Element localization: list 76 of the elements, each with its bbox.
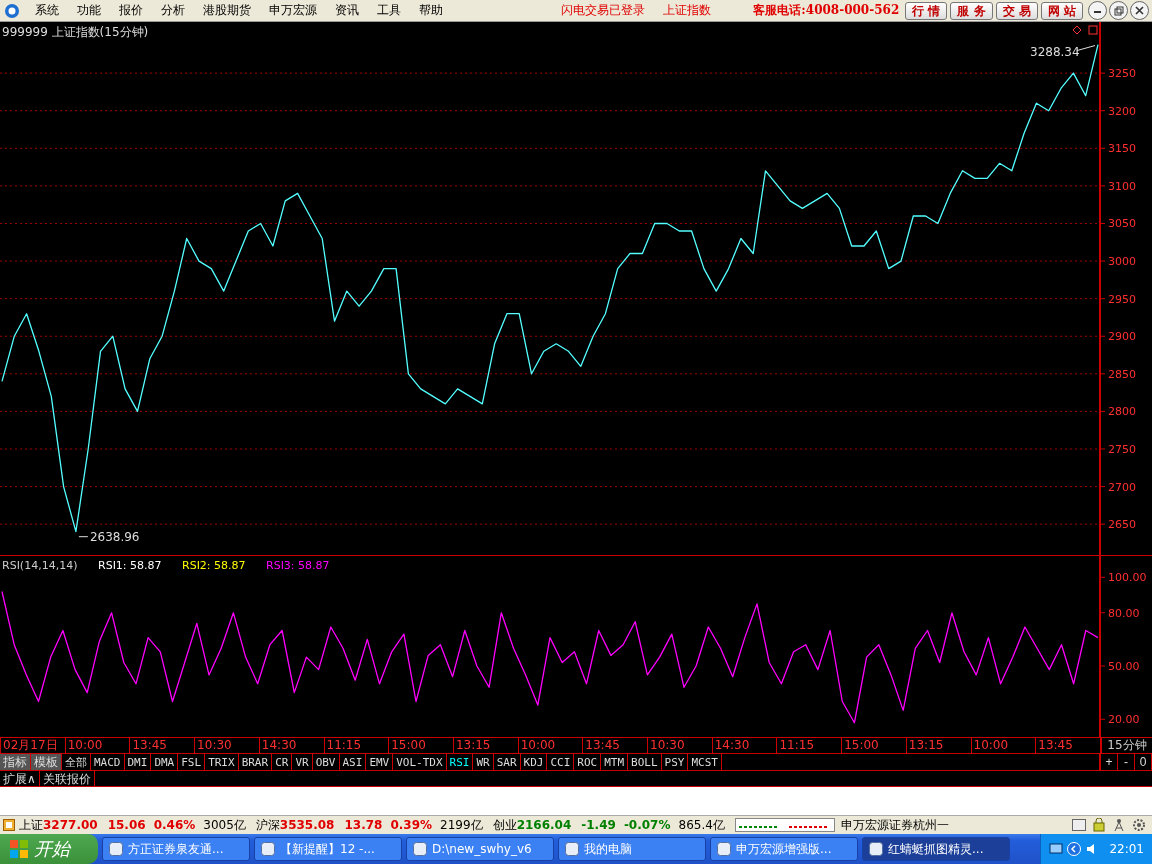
axis-label: 2650 xyxy=(1108,518,1136,532)
indicator-tab[interactable]: BOLL xyxy=(628,754,662,770)
indicator-tab[interactable]: WR xyxy=(473,754,494,770)
indicator-value: RSI2: 58.87 xyxy=(182,559,246,572)
indicator-tab[interactable]: MTM xyxy=(601,754,629,770)
indicator-tab[interactable]: ASI xyxy=(339,754,367,770)
high-price-label: 3288.34 xyxy=(1030,44,1080,59)
taskbar-button[interactable]: 红蜻蜓抓图精灵... xyxy=(862,837,1010,861)
index-amount: 2199亿 xyxy=(440,816,483,834)
menu-item[interactable]: 工具 xyxy=(368,2,410,19)
axis-label: 50.00 xyxy=(1108,660,1140,673)
indicator-value: RSI1: 58.87 xyxy=(98,559,162,572)
index-change: -1.49 xyxy=(581,818,616,832)
axis-label: 2900 xyxy=(1108,330,1136,344)
menu-item[interactable]: 帮助 xyxy=(410,2,452,19)
axis-label: 3150 xyxy=(1108,142,1136,156)
nav-button[interactable]: 服 务 xyxy=(950,1,993,20)
menu-item[interactable]: 系统 xyxy=(26,2,68,19)
indicator-tab[interactable]: TRIX xyxy=(205,754,239,770)
indicator-tab[interactable]: 全部 xyxy=(62,754,91,770)
broker-name: 申万宏源证券杭州一 xyxy=(840,816,949,834)
axis-label: 3050 xyxy=(1108,217,1136,231)
status-notice: 闪电交易已登录 xyxy=(560,2,646,19)
indicator-tab[interactable]: 指标 xyxy=(0,754,31,770)
chart-title: 999999 上证指数(15分钟) xyxy=(2,25,149,39)
nav-button[interactable]: 交 易 xyxy=(995,1,1038,20)
nav-button[interactable]: 行 情 xyxy=(905,1,948,20)
index-percent: 0.39% xyxy=(390,818,433,832)
menu-item[interactable]: 资讯 xyxy=(326,2,368,19)
taskbar-button[interactable]: 【新提醒】12 -... xyxy=(254,837,402,861)
menu-item[interactable]: 功能 xyxy=(68,2,110,19)
index-amount: 865.4亿 xyxy=(678,816,725,834)
indicator-tab[interactable]: VR xyxy=(292,754,313,770)
axis-label: 100.00 xyxy=(1108,571,1147,585)
menu-item[interactable]: 分析 xyxy=(152,2,194,19)
index-name: 沪深 xyxy=(255,816,280,834)
axis-label: 3000 xyxy=(1108,255,1136,269)
index-percent: -0.07% xyxy=(623,818,671,832)
index-percent: 0.46% xyxy=(153,818,196,832)
axis-label: 3250 xyxy=(1108,67,1136,81)
menu-item[interactable]: 港股期货 xyxy=(194,2,260,19)
index-price: 3277.00 xyxy=(43,818,98,832)
indicator-tab[interactable]: 模板 xyxy=(31,754,62,770)
axis-label: 80.00 xyxy=(1108,606,1140,620)
indicator-tab[interactable]: VOL-TDX xyxy=(393,754,447,770)
axis-label: 2950 xyxy=(1108,292,1136,306)
menu-item[interactable]: 报价 xyxy=(110,2,152,19)
index-change: 13.78 xyxy=(344,818,383,832)
taskbar-button[interactable]: 方正证券泉友通... xyxy=(102,837,250,861)
axis-label: 3200 xyxy=(1108,104,1136,118)
taskbar-button[interactable]: 我的电脑 xyxy=(558,837,706,861)
taskbar-button[interactable]: 申万宏源增强版... xyxy=(710,837,858,861)
index-price: 3535.08 xyxy=(279,818,335,832)
index-name: 上证 xyxy=(19,816,43,834)
index-price: 2166.04 xyxy=(516,818,572,832)
taskbar-button[interactable]: D:\new_swhy_v6 xyxy=(406,837,554,861)
indicator-value: RSI3: 58.87 xyxy=(266,559,330,572)
hotline-text: 客服电话:4008-000-562 xyxy=(753,2,900,19)
index-change: 15.06 xyxy=(107,818,146,832)
indicator-tab[interactable]: MCST xyxy=(688,754,722,770)
panel-tab[interactable]: 扩展∧ xyxy=(0,771,40,786)
axis-label: 2750 xyxy=(1108,443,1136,456)
axis-label: 2800 xyxy=(1108,405,1136,419)
indicator-name: RSI(14,14,14) xyxy=(2,559,78,572)
index-name: 创业 xyxy=(492,816,517,834)
menu-item[interactable]: 申万宏源 xyxy=(260,2,326,19)
axis-label: 20.00 xyxy=(1108,713,1140,727)
clock: 22:01 xyxy=(1109,842,1144,856)
axis-label: 3100 xyxy=(1108,179,1136,193)
indicator-tab[interactable]: MACD xyxy=(91,754,125,770)
axis-label: 2850 xyxy=(1108,367,1136,381)
status-notice: 上证指数 xyxy=(662,2,712,19)
nav-button[interactable]: 网 站 xyxy=(1040,1,1083,20)
index-amount: 3005亿 xyxy=(203,816,246,834)
low-price-label: 2638.96 xyxy=(89,529,140,544)
axis-label: 2700 xyxy=(1108,480,1136,494)
